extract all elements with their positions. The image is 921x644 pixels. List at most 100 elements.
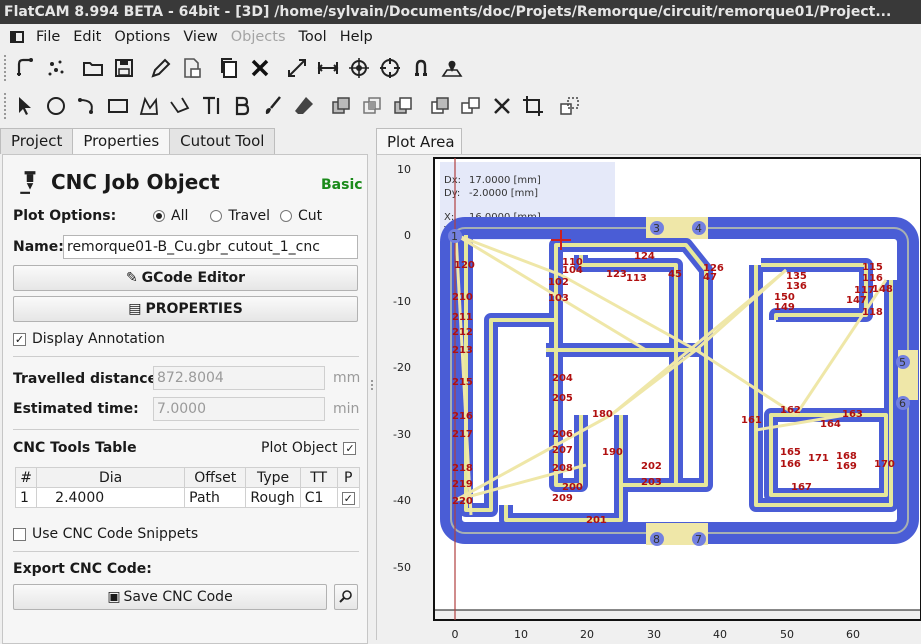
annotation: 45 — [668, 269, 682, 280]
plot-object-checkbox[interactable]: ✓ — [343, 441, 357, 455]
plot-tool-checkbox[interactable]: ✓ — [341, 491, 355, 505]
save-cnc-label: Save CNC Code — [123, 589, 233, 605]
splitter-handle[interactable] — [371, 384, 373, 386]
open-folder-icon[interactable] — [79, 54, 107, 82]
delete-x-icon[interactable] — [246, 54, 274, 82]
menu-edit[interactable]: Edit — [73, 29, 101, 45]
col-header-dia[interactable]: Dia — [36, 467, 186, 488]
fit-view-icon[interactable] — [283, 54, 311, 82]
app-level-badge[interactable]: Basic — [321, 177, 363, 193]
transform-icon[interactable] — [519, 92, 547, 120]
col-header-num[interactable]: # — [14, 467, 38, 488]
y-tick-label: -50 — [393, 561, 411, 574]
display-annotation-row: ✓ Display Annotation — [13, 331, 165, 347]
radio-travel[interactable] — [210, 210, 223, 222]
properties-button[interactable]: ▤ PROPERTIES — [13, 296, 358, 322]
magnifier-icon — [339, 590, 352, 603]
intersection-icon[interactable] — [358, 92, 386, 120]
annotation: 171 — [808, 453, 829, 464]
window-menu-icon[interactable] — [10, 30, 24, 43]
subtraction-icon[interactable] — [389, 92, 417, 120]
gcode-editor-button[interactable]: ✎ GCode Editor — [13, 265, 358, 291]
path-icon[interactable] — [166, 92, 194, 120]
eraser-icon[interactable] — [290, 92, 318, 120]
cell-offset[interactable]: Path — [184, 487, 247, 508]
tab-plot-area[interactable]: Plot Area — [376, 128, 462, 155]
copy-icon[interactable] — [215, 54, 243, 82]
cutout-label: 3 — [653, 222, 660, 235]
radio-cut-label: Cut — [297, 208, 323, 224]
splitter-handle[interactable] — [371, 388, 373, 390]
radio-all[interactable] — [153, 210, 165, 222]
paint-brush-icon[interactable] — [259, 92, 287, 120]
use-snippets-checkbox[interactable] — [13, 527, 26, 541]
move-icon[interactable] — [556, 92, 584, 120]
annotation: 162 — [780, 405, 801, 416]
cut-path-icon[interactable] — [426, 92, 454, 120]
jump-to-icon[interactable] — [376, 54, 404, 82]
annotation: 201 — [586, 515, 607, 526]
col-header-offset[interactable]: Offset — [184, 467, 247, 488]
menu-tool[interactable]: Tool — [299, 29, 327, 45]
review-code-button[interactable] — [334, 584, 358, 610]
table-row[interactable]: 1 2.4000 Path Rough C1 ✓ — [14, 487, 360, 508]
save-icon[interactable] — [110, 54, 138, 82]
toolbar-grip[interactable] — [4, 93, 8, 119]
separator — [13, 551, 359, 552]
cell-type[interactable]: Rough — [245, 487, 301, 508]
annotation: 212 — [452, 327, 473, 338]
measure-icon[interactable] — [314, 54, 342, 82]
splitter-handle[interactable] — [371, 380, 373, 382]
new-geometry-icon[interactable] — [42, 54, 70, 82]
tab-properties[interactable]: Properties — [72, 128, 171, 155]
annotation: 165 — [780, 447, 801, 458]
cell-tt[interactable]: C1 — [299, 487, 338, 508]
col-header-tt[interactable]: TT — [299, 467, 338, 488]
rectangle-icon[interactable] — [104, 92, 132, 120]
col-header-type[interactable]: Type — [245, 467, 301, 488]
y-tick-label: 0 — [404, 229, 411, 242]
cell-plot[interactable]: ✓ — [336, 487, 360, 508]
save-cnc-code-button[interactable]: ▣ Save CNC Code — [13, 584, 327, 610]
edit-pencil-icon[interactable] — [147, 54, 175, 82]
cnc-tools-table: # Dia Offset Type TT P 1 2.4000 Path Rou… — [14, 467, 360, 508]
delete-shape-icon[interactable] — [488, 92, 516, 120]
display-annotation-checkbox[interactable]: ✓ — [13, 332, 26, 346]
name-input[interactable]: remorque01-B_Cu.gbr_cutout_1_cnc — [63, 235, 358, 259]
annotation: 210 — [452, 292, 473, 303]
select-arrow-icon[interactable] — [11, 92, 39, 120]
cutout-label: 5 — [899, 356, 906, 369]
menu-objects[interactable]: Objects — [231, 29, 286, 45]
menu-file[interactable]: File — [36, 29, 60, 45]
x-tick-label: 0 — [452, 628, 459, 640]
annotation: 211 — [452, 312, 473, 323]
tab-project[interactable]: Project — [0, 128, 74, 154]
cell-num[interactable]: 1 — [14, 487, 38, 508]
open-gerber-icon[interactable] — [11, 54, 39, 82]
arc-icon[interactable] — [73, 92, 101, 120]
lock-icon[interactable] — [407, 54, 435, 82]
menu-help[interactable]: Help — [340, 29, 373, 45]
notebook-tabs: Project Properties Cutout Tool — [0, 128, 276, 155]
union-icon[interactable] — [327, 92, 355, 120]
menu-options[interactable]: Options — [114, 29, 170, 45]
col-header-p[interactable]: P — [336, 467, 360, 488]
plot-options-label: Plot Options: — [13, 208, 117, 224]
annotation: 180 — [592, 409, 613, 420]
polygon-icon[interactable] — [135, 92, 163, 120]
radio-travel-label: Travel — [228, 208, 270, 224]
locate-pin-icon[interactable] — [438, 54, 466, 82]
plot-canvas[interactable]: 10 0 -10 -20 -30 -40 -50 0 10 20 30 40 5… — [376, 155, 921, 640]
toolbar-grip[interactable] — [4, 55, 8, 81]
menu-view[interactable]: View — [183, 29, 217, 45]
cell-dia[interactable]: 2.4000 — [36, 487, 186, 508]
text-tool-icon[interactable] — [197, 92, 225, 120]
save-edit-icon[interactable] — [178, 54, 206, 82]
tab-cutout-tool[interactable]: Cutout Tool — [169, 128, 276, 154]
copy-shape-icon[interactable] — [457, 92, 485, 120]
origin-target-icon[interactable] — [345, 54, 373, 82]
circle-icon[interactable] — [42, 92, 70, 120]
y-tick-label: -40 — [393, 494, 411, 507]
radio-cut[interactable] — [279, 210, 292, 222]
bold-buffer-icon[interactable] — [228, 92, 256, 120]
